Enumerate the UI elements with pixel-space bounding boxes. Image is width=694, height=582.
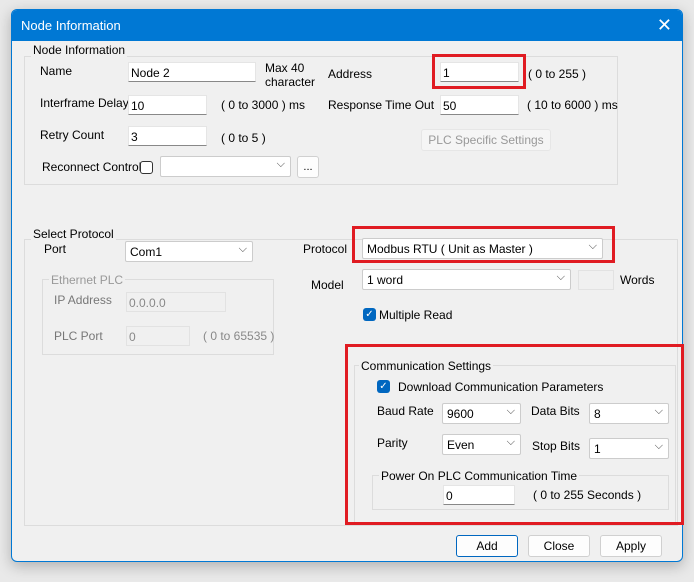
model-dropdown[interactable]: 1 word ⌵	[362, 269, 571, 290]
retry-count-range: ( 0 to 5 )	[221, 131, 266, 145]
ethernet-plc-legend: Ethernet PLC	[49, 273, 126, 287]
node-information-legend: Node Information	[31, 43, 128, 57]
model-value: 1 word	[367, 273, 404, 287]
protocol-label: Protocol	[303, 242, 348, 256]
apply-button[interactable]: Apply	[600, 535, 662, 557]
words-label: Words	[620, 273, 655, 287]
port-label: Port	[44, 242, 67, 256]
multiple-read-label: Multiple Read	[379, 308, 453, 322]
ip-address-label: IP Address	[54, 293, 112, 307]
reconnect-browse-button[interactable]: ...	[297, 156, 319, 178]
name-hint-line1: Max 40	[265, 61, 305, 75]
name-label: Name	[40, 64, 73, 78]
address-range: ( 0 to 255 )	[528, 67, 587, 81]
reconnect-control-dropdown[interactable]: ⌵	[160, 156, 291, 177]
reconnect-control-checkbox[interactable]	[140, 161, 153, 174]
select-protocol-legend: Select Protocol	[31, 227, 116, 241]
response-timeout-label: Response Time Out	[328, 98, 435, 112]
title-bar: Node Information	[12, 10, 682, 41]
response-timeout-input[interactable]: 50	[440, 95, 519, 115]
plc-port-range: ( 0 to 65535 )	[203, 329, 275, 343]
highlight-box-address	[432, 54, 526, 89]
add-button[interactable]: Add	[456, 535, 518, 557]
highlight-box-communication	[345, 344, 684, 525]
chevron-down-icon: ⌵	[238, 243, 247, 255]
dialog-title: Node Information	[21, 18, 121, 33]
plc-port-input[interactable]: 0	[126, 326, 190, 346]
highlight-box-protocol	[352, 226, 615, 263]
chevron-down-icon: ⌵	[276, 158, 285, 170]
port-dropdown[interactable]: Com1 ⌵	[125, 241, 253, 262]
name-input[interactable]: Node 2	[128, 62, 256, 82]
name-hint-line2: character	[265, 75, 316, 89]
plc-specific-settings-button[interactable]: PLC Specific Settings	[421, 129, 551, 151]
interframe-delay-range: ( 0 to 3000 ) ms	[221, 98, 306, 112]
model-label: Model	[311, 278, 344, 292]
chevron-down-icon: ⌵	[556, 271, 565, 283]
multiple-read-checkbox[interactable]: ✓	[363, 308, 376, 321]
address-label: Address	[328, 67, 373, 81]
retry-count-label: Retry Count	[40, 128, 105, 142]
interframe-delay-label: Interframe Delay	[40, 96, 129, 110]
interframe-delay-input[interactable]: 10	[128, 95, 207, 115]
close-icon[interactable]: ✕	[657, 15, 672, 35]
plc-port-label: PLC Port	[54, 329, 103, 343]
retry-count-input[interactable]: 3	[128, 126, 207, 146]
ip-address-input[interactable]: 0.0.0.0	[126, 292, 226, 312]
name-hint: Max 40 character	[265, 61, 315, 89]
words-input[interactable]	[578, 270, 614, 290]
port-value: Com1	[130, 245, 163, 259]
reconnect-control-label: Reconnect Control	[42, 160, 142, 174]
close-button[interactable]: Close	[528, 535, 590, 557]
response-timeout-range: ( 10 to 6000 ) ms	[527, 98, 618, 112]
